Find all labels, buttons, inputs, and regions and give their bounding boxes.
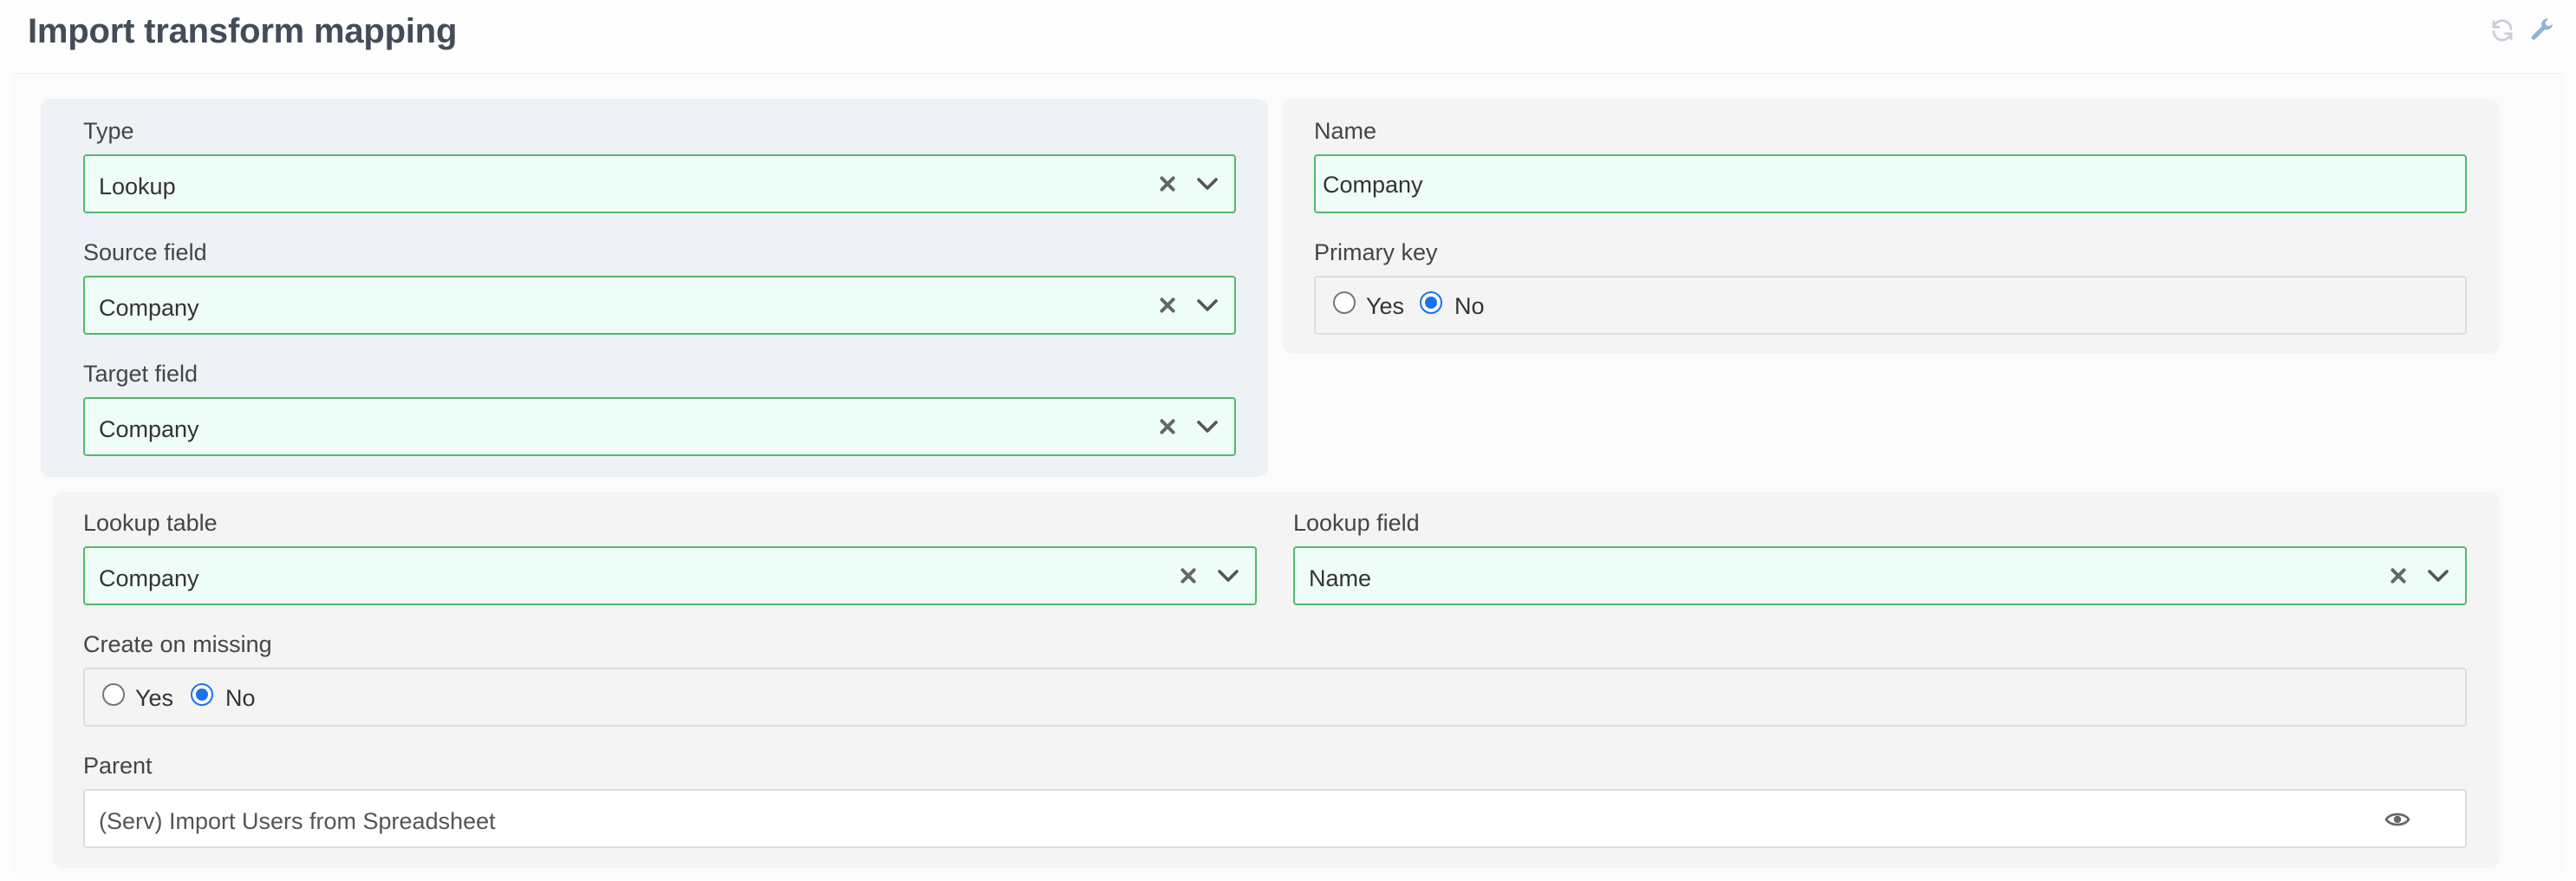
clear-icon[interactable]	[1155, 290, 1181, 321]
type-label: Type	[83, 118, 134, 144]
clear-icon[interactable]	[2385, 560, 2411, 591]
type-value: Lookup	[99, 173, 176, 199]
create-on-missing-yes-label: Yes	[135, 685, 174, 711]
page-title: Import transform mapping	[28, 12, 458, 50]
create-on-missing-radio-group: Yes No	[83, 668, 2467, 727]
primary-key-radio-group: Yes No	[1314, 276, 2467, 335]
primary-key-no-radio[interactable]	[1420, 291, 1442, 314]
primary-key-no-label: No	[1454, 293, 1485, 319]
target-field-label: Target field	[83, 361, 198, 387]
clear-icon[interactable]	[1155, 411, 1181, 442]
source-field-label: Source field	[83, 239, 207, 265]
target-field-select[interactable]: Company	[83, 397, 1236, 456]
page-header: Import transform mapping	[0, 0, 2576, 73]
source-field-select[interactable]: Company	[83, 276, 1236, 335]
name-label: Name	[1314, 118, 1377, 144]
parent-value: (Serv) Import Users from Spreadsheet	[99, 808, 496, 834]
target-field-value: Company	[99, 416, 199, 442]
lookup-table-label: Lookup table	[83, 510, 218, 536]
wrench-icon[interactable]	[2527, 16, 2557, 45]
primary-key-yes-radio[interactable]	[1333, 291, 1356, 314]
lookup-table-value: Company	[99, 565, 199, 591]
primary-key-label: Primary key	[1314, 239, 1438, 265]
primary-key-yes-label: Yes	[1366, 293, 1405, 319]
create-on-missing-no-label: No	[225, 685, 256, 711]
lookup-field-label: Lookup field	[1293, 510, 1420, 536]
eye-icon[interactable]	[2382, 805, 2413, 834]
refresh-icon[interactable]	[2488, 16, 2517, 45]
chevron-down-icon[interactable]	[1193, 411, 1222, 442]
chevron-down-icon[interactable]	[1193, 290, 1222, 321]
name-input[interactable]: Company	[1314, 154, 2467, 213]
clear-icon[interactable]	[1175, 560, 1201, 591]
source-field-value: Company	[99, 295, 199, 321]
create-on-missing-label: Create on missing	[83, 631, 272, 657]
lookup-field-value: Name	[1309, 565, 1372, 591]
parent-field[interactable]: (Serv) Import Users from Spreadsheet	[83, 789, 2467, 848]
type-select[interactable]: Lookup	[83, 154, 1236, 213]
create-on-missing-yes-radio[interactable]	[102, 683, 125, 706]
parent-label: Parent	[83, 753, 153, 779]
lookup-table-select[interactable]: Company	[83, 546, 1257, 605]
chevron-down-icon[interactable]	[1213, 560, 1243, 591]
lookup-field-select[interactable]: Name	[1293, 546, 2467, 605]
create-on-missing-no-radio[interactable]	[191, 683, 213, 706]
chevron-down-icon[interactable]	[1193, 168, 1222, 199]
chevron-down-icon[interactable]	[2423, 560, 2453, 591]
name-value: Company	[1323, 172, 1423, 198]
clear-icon[interactable]	[1155, 168, 1181, 199]
